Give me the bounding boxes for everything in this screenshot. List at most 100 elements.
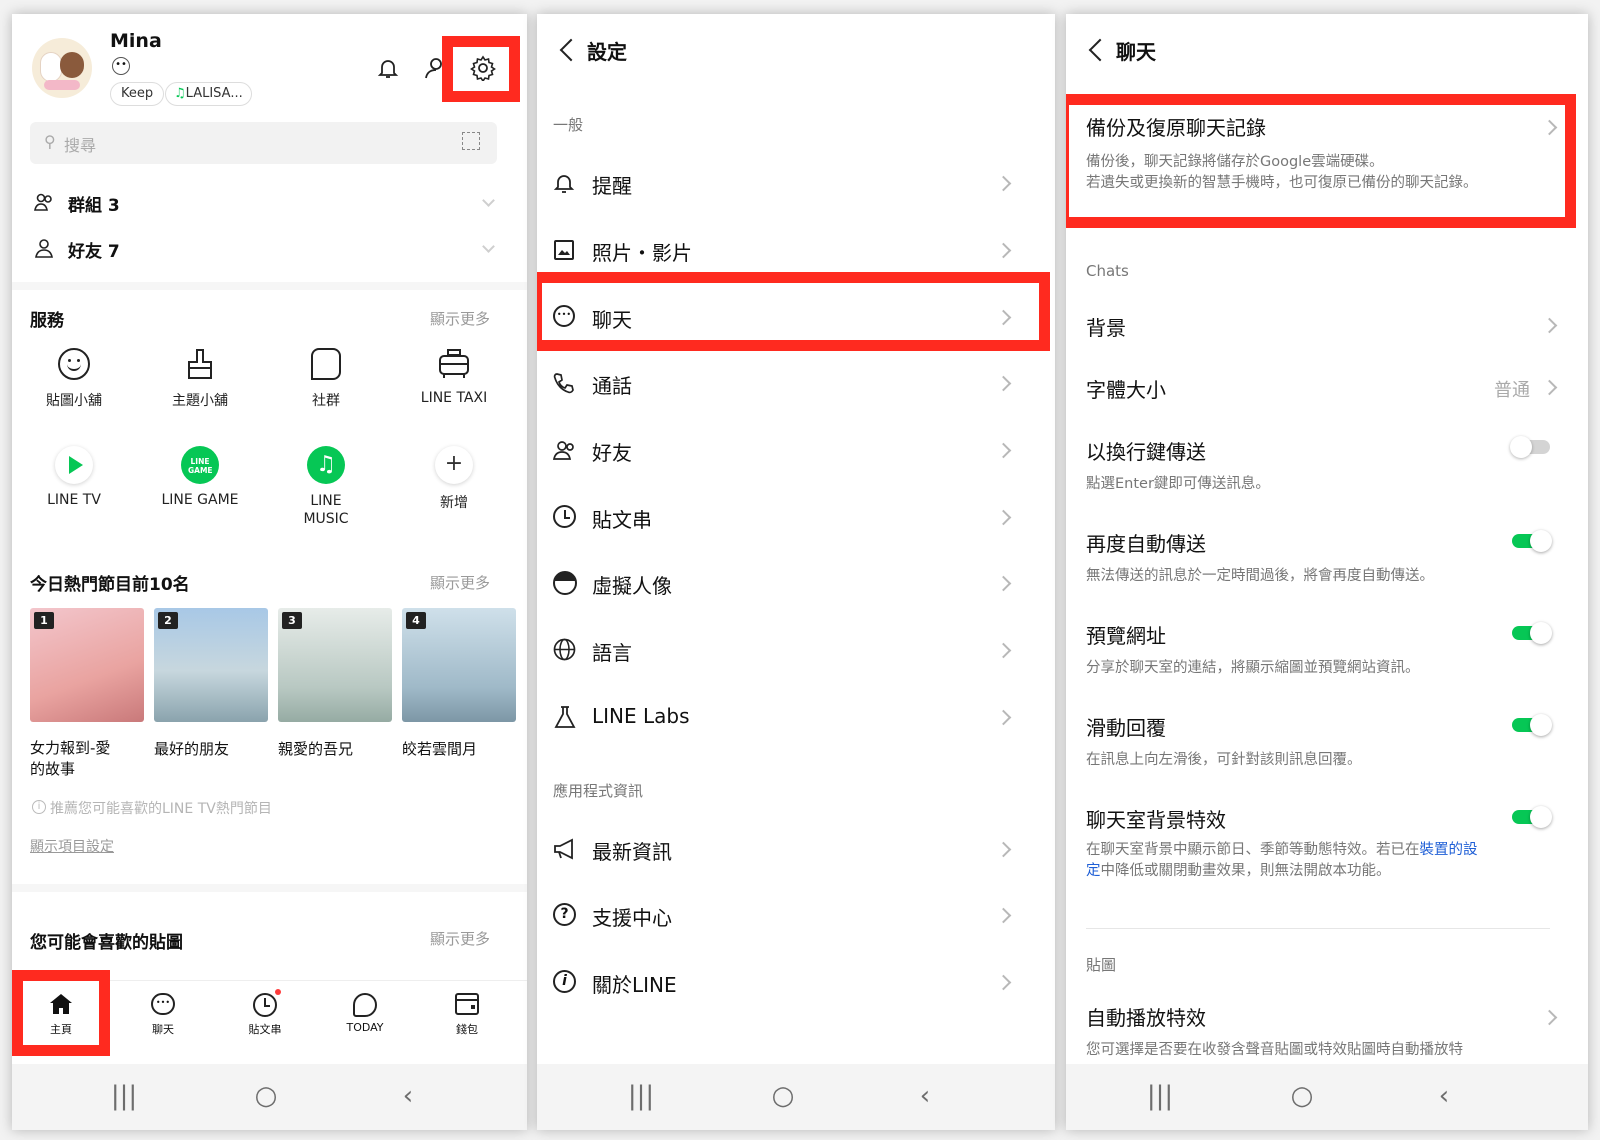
system-nav-bar: ||| ○ ‹: [537, 1064, 1055, 1130]
show-thumbnail-2[interactable]: 2: [154, 608, 268, 722]
settings-item-friends[interactable]: 好友: [537, 421, 1055, 481]
home-button[interactable]: ○: [1272, 1080, 1332, 1112]
service-add[interactable]: + 新增: [412, 446, 496, 522]
service-label: LINE MUSIC: [303, 493, 349, 527]
enter-send-toggle[interactable]: [1510, 436, 1554, 458]
swipe-reply-label: 滑動回覆: [1086, 716, 1166, 740]
auto-resend-item: 再度自動傳送 無法傳送的訊息於一定時間過後，將會再度自動傳送。: [1066, 518, 1588, 598]
settings-item-label: 支援中心: [592, 906, 672, 930]
top10-more-link[interactable]: 顯示更多: [430, 572, 490, 593]
back-button[interactable]: ‹: [895, 1080, 955, 1112]
stickers-more-link[interactable]: 顯示更多: [430, 928, 490, 949]
friends-row[interactable]: 好友 7: [32, 236, 502, 266]
add-friend-icon[interactable]: [424, 56, 444, 80]
recents-button[interactable]: |||: [1130, 1080, 1190, 1112]
plus-icon: +: [435, 446, 473, 484]
rank-badge: 2: [158, 612, 178, 629]
home-button[interactable]: ○: [753, 1080, 813, 1112]
back-button[interactable]: ‹: [378, 1080, 438, 1112]
font-size-item[interactable]: 字體大小 普通: [1066, 360, 1588, 414]
service-linetaxi[interactable]: LINE TAXI: [412, 348, 496, 424]
music-icon: ♫: [307, 446, 345, 484]
show-thumbnail-3[interactable]: 3: [278, 608, 392, 722]
swipe-reply-toggle[interactable]: [1512, 714, 1552, 736]
tab-timeline[interactable]: 貼文串: [234, 989, 296, 1049]
settings-item-timeline[interactable]: 貼文串: [537, 488, 1055, 548]
settings-item-help[interactable]: ? 支援中心: [537, 886, 1055, 946]
background-item[interactable]: 背景: [1066, 298, 1588, 352]
phone-icon: [553, 372, 575, 394]
display-settings-link[interactable]: 顯示項目設定: [30, 836, 114, 856]
settings-item-notifications[interactable]: 提醒: [537, 154, 1055, 214]
show-title[interactable]: 女力報到-愛 的故事: [30, 738, 144, 780]
avatar-icon: [553, 571, 577, 595]
info-icon: i: [553, 970, 576, 993]
back-button[interactable]: ‹: [1414, 1080, 1474, 1112]
chat-icon: •••: [151, 993, 175, 1015]
service-linegame[interactable]: LINE GAME LINE GAME: [156, 446, 244, 522]
service-stickershop[interactable]: 貼圖小舖: [34, 348, 114, 424]
settings-item-avatar[interactable]: 虛擬人像: [537, 554, 1055, 614]
divider: [1086, 928, 1550, 929]
rank-badge: 1: [34, 612, 54, 629]
home-tab-highlight-box: [12, 970, 110, 1056]
chevron-right-icon: [995, 709, 1012, 726]
bg-effect-toggle[interactable]: [1512, 806, 1552, 828]
keep-chip[interactable]: Keep: [110, 82, 165, 106]
settings-item-calls[interactable]: 通話: [537, 354, 1055, 414]
show-thumbnail-1[interactable]: 1: [30, 608, 144, 722]
search-bar[interactable]: ⚲ 搜尋: [30, 122, 497, 164]
stickers-title: 您可能會喜歡的貼圖: [30, 933, 183, 953]
service-community[interactable]: 社群: [286, 348, 366, 424]
service-themeshop[interactable]: 主題小舖: [160, 348, 240, 424]
tab-label: TODAY: [346, 1021, 384, 1034]
settings-item-label: 虛擬人像: [592, 574, 672, 598]
groups-row[interactable]: 群組 3: [32, 190, 502, 220]
music-chip[interactable]: ♫LALISA...: [165, 82, 252, 106]
auto-play-item[interactable]: 自動播放特效 您可選擇是否要在收發含聲音貼圖或特效貼圖時自動播放特: [1066, 992, 1588, 1062]
settings-item-linelabs[interactable]: LINE Labs: [537, 688, 1055, 748]
bell-icon[interactable]: [376, 56, 400, 80]
rank-badge: 4: [406, 612, 426, 629]
settings-item-language[interactable]: 語言: [537, 621, 1055, 681]
url-preview-toggle[interactable]: [1512, 622, 1552, 644]
service-label: 貼圖小舖: [46, 393, 102, 409]
divider: [12, 282, 527, 290]
music-chip-label: LALISA...: [185, 86, 243, 101]
show-title[interactable]: 親愛的吾兄: [278, 738, 353, 759]
settings-item-news[interactable]: 最新資訊: [537, 820, 1055, 880]
show-thumbnail-4[interactable]: 4: [402, 608, 516, 722]
device-settings-link-2[interactable]: 定: [1086, 863, 1101, 879]
tab-label: 聊天: [152, 1023, 174, 1036]
show-title[interactable]: 最好的朋友: [154, 738, 229, 759]
auto-resend-toggle[interactable]: [1512, 530, 1552, 552]
home-screen: Mina •• Keep ♫LALISA... ⚲ 搜尋 群組 3 好友 7 服…: [12, 14, 527, 1130]
settings-item-label: 語言: [592, 641, 632, 665]
settings-item-label: 最新資訊: [592, 840, 672, 864]
service-linetv[interactable]: LINE TV: [34, 446, 114, 522]
tab-chat[interactable]: ••• 聊天: [132, 993, 194, 1049]
service-linemusic[interactable]: ♫ LINE MUSIC: [286, 446, 366, 542]
gear-icon[interactable]: [470, 55, 496, 83]
tab-today[interactable]: TODAY: [334, 993, 396, 1049]
device-settings-link[interactable]: 裝置的設: [1420, 842, 1478, 858]
auto-resend-desc: 無法傳送的訊息於一定時間過後，將會再度自動傳送。: [1086, 568, 1434, 584]
bg-effect-label: 聊天室背景特效: [1086, 808, 1226, 832]
home-button[interactable]: ○: [236, 1080, 296, 1112]
back-arrow-icon[interactable]: [1088, 38, 1112, 62]
services-more-link[interactable]: 顯示更多: [430, 308, 490, 329]
qr-scan-icon[interactable]: [462, 132, 480, 150]
back-arrow-icon[interactable]: [559, 38, 583, 62]
settings-item-about[interactable]: i 關於LINE: [537, 953, 1055, 1013]
chevron-down-icon: [482, 194, 495, 207]
avatar[interactable]: [32, 38, 92, 98]
recents-button[interactable]: |||: [611, 1080, 671, 1112]
recents-button[interactable]: |||: [94, 1080, 154, 1112]
chevron-right-icon: [1541, 1009, 1558, 1026]
url-preview-item: 預覽網址 分享於聊天室的連結，將顯示縮圖並預覽網站資訊。: [1066, 610, 1588, 690]
show-title[interactable]: 皎若雲間月: [402, 738, 477, 759]
chevron-right-icon: [995, 642, 1012, 659]
tab-wallet[interactable]: 錢包: [436, 993, 498, 1049]
chevron-right-icon: [995, 575, 1012, 592]
chevron-right-icon: [995, 175, 1012, 192]
